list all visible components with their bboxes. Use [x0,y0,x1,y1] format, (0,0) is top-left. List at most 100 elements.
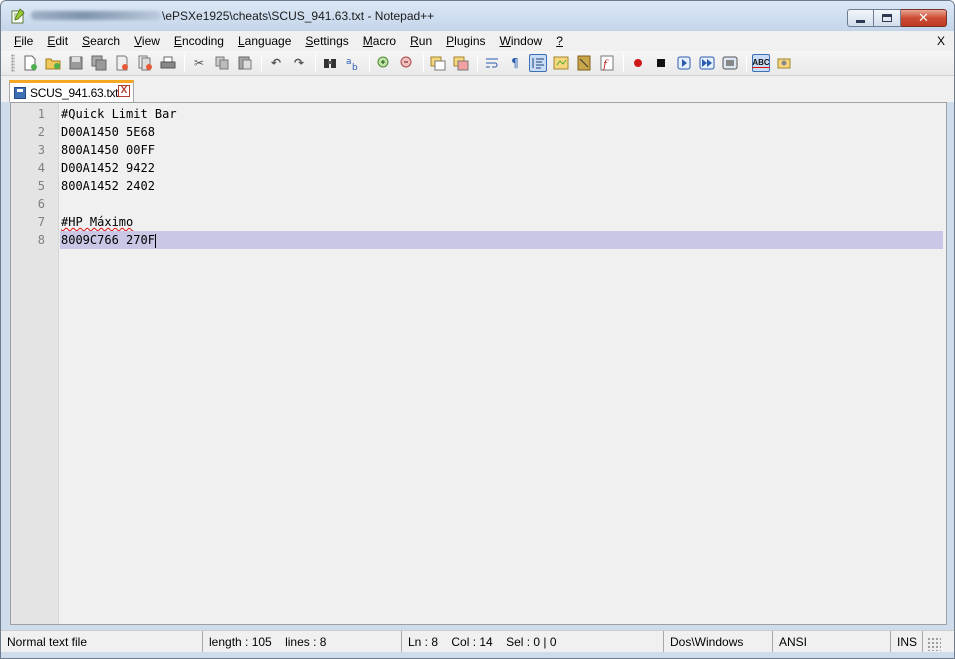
replace-icon: ab [346,57,358,71]
pilcrow-icon: ¶ [511,56,519,70]
status-encoding[interactable]: ANSI [773,631,891,653]
menu-help[interactable]: ? [549,34,570,48]
menu-encoding[interactable]: Encoding [167,34,231,48]
toolbar-grip[interactable] [11,54,15,72]
record-macro-button[interactable] [629,54,647,72]
sync-horizontal-button[interactable] [452,54,470,72]
menu-plugins[interactable]: Plugins [439,34,492,48]
menu-window[interactable]: Window [493,34,550,48]
toolbar-separator [184,54,185,72]
code-line[interactable]: 800A1452 2402 [60,177,946,195]
menu-search-label: earch [90,34,121,48]
play-macro-button[interactable] [675,54,693,72]
tab-close-button[interactable]: X [118,85,130,97]
menu-language-mnemonic: L [237,34,245,48]
save-macro-icon [722,56,738,70]
show-all-chars-button[interactable]: ¶ [506,54,524,72]
editor-pane: 1 2 3 4 5 6 7 8 #Quick Limit Bar D00A145… [10,102,947,625]
menu-run[interactable]: Run [403,34,439,48]
menu-file[interactable]: File [7,34,40,48]
plugin-button[interactable] [775,54,793,72]
replace-button[interactable]: ab [344,54,362,72]
doc-map-button[interactable] [575,54,593,72]
text-area[interactable]: #Quick Limit Bar D00A1450 5E68 800A1450 … [60,103,946,624]
line-number: 3 [37,143,45,157]
menu-settings[interactable]: Settings [298,34,355,48]
current-code-line[interactable]: 8009C766 270F [60,231,943,249]
play-icon [677,56,691,70]
zoom-in-icon [377,56,389,68]
sync-vertical-button[interactable] [429,54,447,72]
code-line[interactable]: 800A1450 00FF [60,141,946,159]
maximize-icon [882,14,892,22]
close-document-button[interactable]: X [937,34,945,48]
paste-button[interactable] [236,54,254,72]
function-list-button[interactable]: f [598,54,616,72]
maximize-button[interactable] [874,9,901,27]
toolbar-separator [261,54,262,72]
fast-forward-icon [699,56,715,70]
line-number-gutter[interactable]: 1 2 3 4 5 6 7 8 [11,103,59,624]
status-ln: Ln : 8 [408,635,439,649]
close-all-button[interactable] [136,54,154,72]
text-caret [154,233,156,248]
code-line[interactable] [60,195,946,213]
notepadpp-app-icon[interactable] [10,8,26,24]
close-window-button[interactable]: ✕ [901,9,947,27]
menu-help-mnemonic: ? [556,34,563,48]
redacted-path [31,11,161,20]
menu-language[interactable]: Language [231,34,298,48]
menu-search-mnemonic: S [82,34,91,48]
sync-horizontal-icon [453,56,469,71]
function-list-icon: f [600,55,614,71]
menu-macro[interactable]: Macro [356,34,403,48]
redo-icon: ↷ [293,56,305,70]
save-button[interactable] [67,54,85,72]
status-eol[interactable]: Dos\Windows [664,631,773,653]
stop-macro-button[interactable] [652,54,670,72]
indent-guide-button[interactable] [529,54,547,72]
menu-window-mnemonic: W [499,34,511,48]
run-macro-multiple-button[interactable] [698,54,716,72]
udl-button[interactable] [552,54,570,72]
title-bar[interactable]: \ePSXe1925\cheats\SCUS_941.63.txt - Note… [1,1,954,31]
toolbar: ✂ ↶ ↷ ab ¶ f ABC [1,51,954,76]
find-button[interactable] [321,54,339,72]
copy-button[interactable] [213,54,231,72]
toolbar-separator [477,54,478,72]
menu-language-label: anguage [244,34,292,48]
zoom-in-button[interactable] [375,54,393,72]
menu-search[interactable]: Search [75,34,127,48]
save-macro-button[interactable] [721,54,739,72]
resize-grip[interactable] [927,637,941,651]
tab-scus-941-63[interactable]: SCUS_941.63.txt X [9,80,134,102]
code-line[interactable]: D00A1452 9422 [60,159,946,177]
open-file-button[interactable] [44,54,62,72]
zoom-out-button[interactable] [398,54,416,72]
code-line[interactable]: D00A1450 5E68 [60,123,946,141]
word-wrap-button[interactable] [483,54,501,72]
save-all-button[interactable] [90,54,108,72]
status-insert-mode[interactable]: INS [891,631,923,653]
spellcheck-button[interactable]: ABC [752,54,770,72]
close-all-icon [138,55,152,71]
redo-button[interactable]: ↷ [290,54,308,72]
code-line[interactable]: #Quick Limit Bar [60,105,946,123]
menu-edit[interactable]: Edit [40,34,75,48]
close-file-button[interactable] [113,54,131,72]
undo-button[interactable]: ↶ [267,54,285,72]
new-file-button[interactable] [21,54,39,72]
line-number: 5 [37,179,45,193]
tab-label: SCUS_941.63.txt [30,85,119,100]
minimize-button[interactable] [847,9,874,27]
notepadpp-window: \ePSXe1925\cheats\SCUS_941.63.txt - Note… [0,0,955,659]
code-line[interactable]: #HP Máximo [60,213,946,231]
status-length: length : 105 [209,635,272,649]
menu-run-label: un [418,34,433,48]
menu-macro-label: acro [372,34,397,48]
print-button[interactable] [159,54,177,72]
minimize-icon [856,19,865,23]
cut-button[interactable]: ✂ [190,54,208,72]
record-icon [634,59,642,67]
menu-view[interactable]: View [127,34,167,48]
